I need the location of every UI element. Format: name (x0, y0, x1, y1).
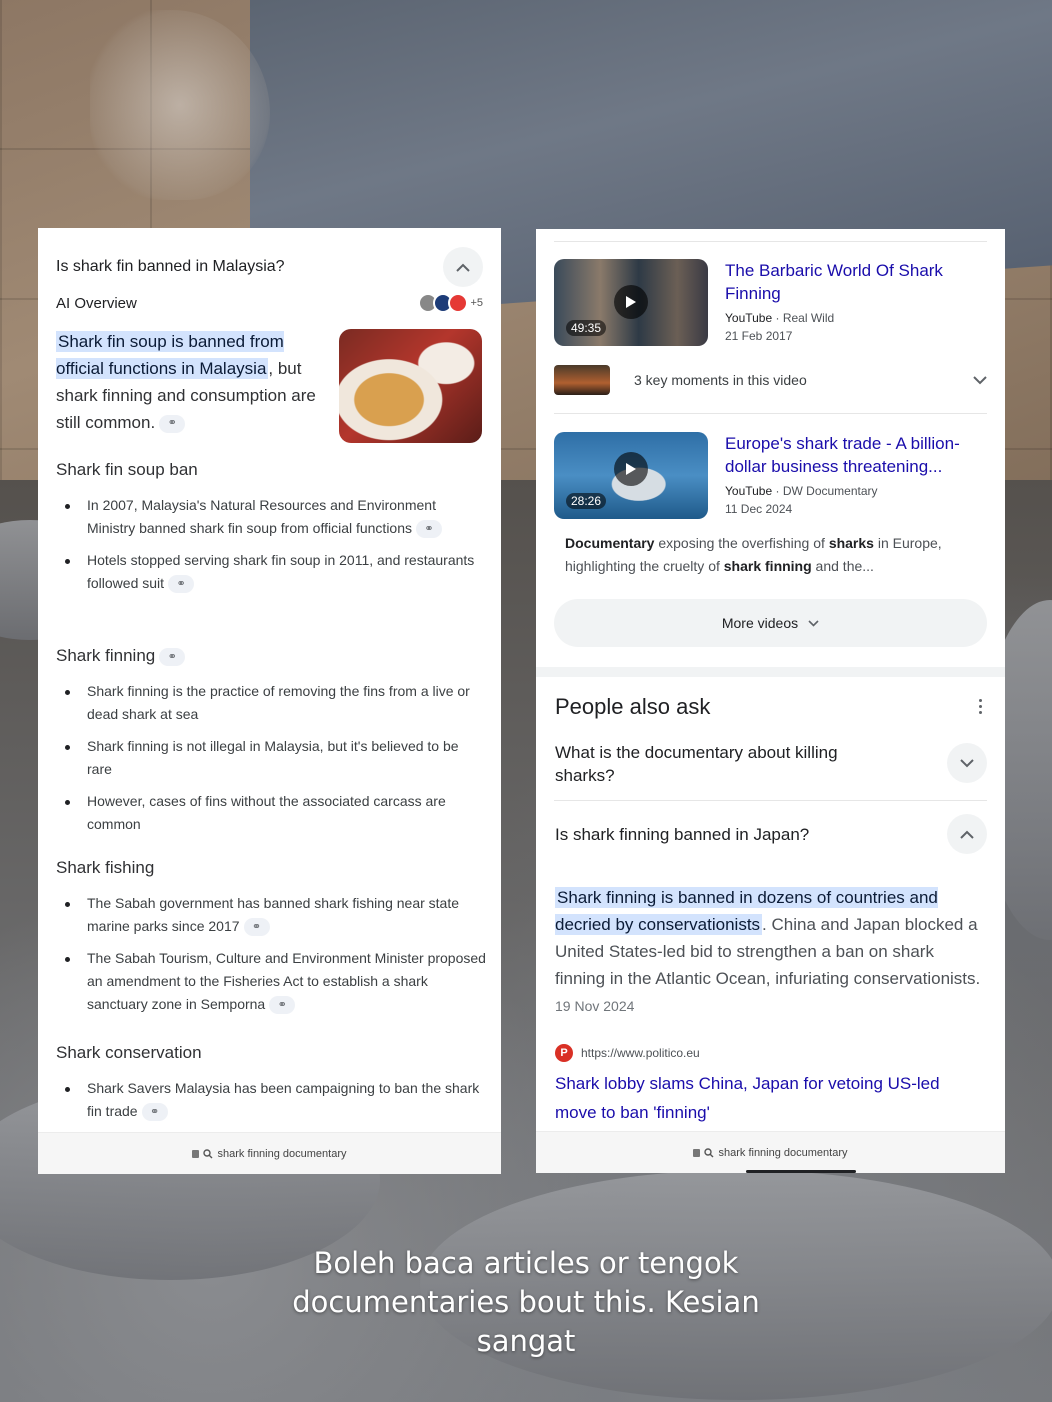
video-thumbnail[interactable]: 28:26 (554, 432, 708, 519)
video-meta: YouTube · Real Wild 21 Feb 2017 (725, 311, 835, 343)
lock-icon (693, 1148, 701, 1157)
list-item-text: In 2007, Malaysia's Natural Resources an… (87, 497, 436, 536)
search-icon (203, 1148, 213, 1158)
source-favicon-icon (448, 293, 469, 313)
list-item: Shark finning is not illegal in Malaysia… (56, 735, 486, 781)
summary-highlight: Shark fin soup is banned from official f… (56, 331, 284, 379)
home-indicator (746, 1170, 856, 1173)
bullet-list: The Sabah government has banned shark fi… (56, 892, 486, 1025)
shark-fin-soup-image[interactable] (339, 329, 482, 443)
link-icon[interactable]: ⚭ (416, 520, 443, 539)
section-heading: Shark conservation (56, 1043, 202, 1062)
section-heading-text: Shark finning (56, 646, 156, 665)
ai-overview-screenshot: Is shark fin banned in Malaysia? AI Over… (38, 228, 501, 1174)
chevron-down-icon (973, 375, 987, 384)
chevron-down-icon (960, 758, 974, 767)
link-icon[interactable]: ⚭ (159, 414, 186, 433)
desc-bold: sharks (828, 535, 874, 551)
link-icon[interactable]: ⚭ (159, 647, 186, 666)
video-title-link[interactable]: Europe's shark trade - A billion-dollar … (725, 432, 987, 478)
chevron-up-icon (456, 263, 470, 272)
link-icon[interactable]: ⚭ (141, 1103, 168, 1122)
bullet-list: In 2007, Malaysia's Natural Resources an… (56, 494, 486, 604)
list-item-text: The Sabah government has banned shark fi… (87, 895, 460, 934)
section-heading: Shark finning ⚭ (56, 646, 186, 666)
video-title-link[interactable]: The Barbaric World Of Shark Finning (725, 259, 987, 305)
source-url: https://www.politico.eu (581, 1046, 700, 1060)
divider (554, 241, 987, 242)
link-icon[interactable]: ⚭ (168, 575, 195, 594)
section-heading: Shark fin soup ban (56, 460, 198, 479)
key-moments-text: 3 key moments in this video (634, 372, 807, 388)
people-also-ask-title: People also ask (555, 694, 711, 719)
bullet-list: Shark finning is the practice of removin… (56, 680, 486, 845)
search-results-screenshot: 49:35 The Barbaric World Of Shark Finnin… (536, 229, 1005, 1173)
more-videos-label: More videos (721, 615, 799, 631)
browser-url-bar[interactable]: shark finning documentary (536, 1131, 1005, 1173)
video-source: YouTube (725, 484, 773, 498)
desc-bold: Documentary (565, 535, 655, 551)
link-icon[interactable]: ⚭ (243, 918, 270, 937)
video-duration: 49:35 (566, 320, 607, 336)
link-icon[interactable]: ⚭ (269, 996, 296, 1015)
post-caption: Boleh baca articles or tengok documentar… (292, 1246, 760, 1358)
expand-button[interactable] (947, 743, 987, 783)
browser-url-bar[interactable]: shark finning documentary (38, 1132, 501, 1174)
list-item: The Sabah government has banned shark fi… (56, 892, 486, 938)
source-article-link[interactable]: Shark lobby slams China, Japan for vetoi… (555, 1069, 985, 1127)
paa-question[interactable]: What is the documentary about killing sh… (555, 741, 895, 787)
section-heading: Shark fishing (56, 858, 155, 877)
key-moment-thumbnail (554, 365, 610, 395)
video-channel: DW Documentary (782, 484, 878, 498)
video-description: Documentary exposing the overfishing of … (565, 532, 985, 578)
sources-more-count: +5 (470, 297, 483, 309)
url-bar-query: shark finning documentary (217, 1147, 347, 1160)
ai-summary: Shark fin soup is banned from official f… (56, 328, 336, 436)
chevron-up-icon (960, 830, 974, 839)
video-meta: YouTube · DW Documentary 11 Dec 2024 (725, 484, 878, 516)
video-source: YouTube (725, 311, 773, 325)
list-item-text: Hotels stopped serving shark fin soup in… (87, 552, 475, 591)
desc-bold: shark finning (723, 558, 812, 574)
collapse-button[interactable] (443, 247, 483, 287)
key-moments-row[interactable]: 3 key moments in this video (554, 362, 987, 398)
list-item: In 2007, Malaysia's Natural Resources an… (56, 494, 486, 540)
politico-logo-icon: P (555, 1044, 573, 1062)
answer-source[interactable]: P https://www.politico.eu (555, 1044, 700, 1062)
divider (554, 800, 987, 801)
source-favicons[interactable]: +5 (418, 293, 483, 313)
paa-answer: Shark finning is banned in dozens of cou… (555, 884, 987, 1020)
answer-date: 19 Nov 2024 (555, 998, 635, 1014)
play-icon (614, 285, 648, 319)
collapse-button[interactable] (947, 814, 987, 854)
video-duration: 28:26 (566, 493, 607, 509)
video-thumbnail[interactable]: 49:35 (554, 259, 708, 346)
list-item: However, cases of fins without the assoc… (56, 790, 486, 836)
chevron-down-icon (808, 619, 819, 627)
question-title: Is shark fin banned in Malaysia? (56, 258, 285, 275)
url-bar-query: shark finning documentary (718, 1146, 848, 1159)
more-videos-button[interactable]: More videos (554, 599, 987, 647)
divider (554, 413, 987, 414)
search-icon (704, 1147, 714, 1157)
desc-text: and the... (811, 558, 874, 574)
question-header: Is shark fin banned in Malaysia? (56, 246, 483, 288)
bullet-list: Shark Savers Malaysia has been campaigni… (56, 1077, 486, 1132)
video-channel: Real Wild (782, 311, 835, 325)
list-item: Hotels stopped serving shark fin soup in… (56, 549, 486, 595)
play-icon (614, 452, 648, 486)
more-options-icon[interactable] (979, 699, 983, 714)
list-item: Shark finning is the practice of removin… (56, 680, 486, 726)
video-date: 11 Dec 2024 (725, 502, 793, 516)
list-item: The Sabah Tourism, Culture and Environme… (56, 947, 486, 1016)
desc-text: exposing the overfishing of (654, 535, 829, 551)
section-separator (536, 667, 1005, 677)
video-date: 21 Feb 2017 (725, 329, 793, 343)
ai-overview-label: AI Overview (56, 294, 137, 312)
list-item: Shark Savers Malaysia has been campaigni… (56, 1077, 486, 1123)
ai-overview-row: AI Overview +5 (56, 290, 483, 316)
paa-question[interactable]: Is shark finning banned in Japan? (555, 823, 895, 846)
lock-icon (192, 1149, 200, 1158)
